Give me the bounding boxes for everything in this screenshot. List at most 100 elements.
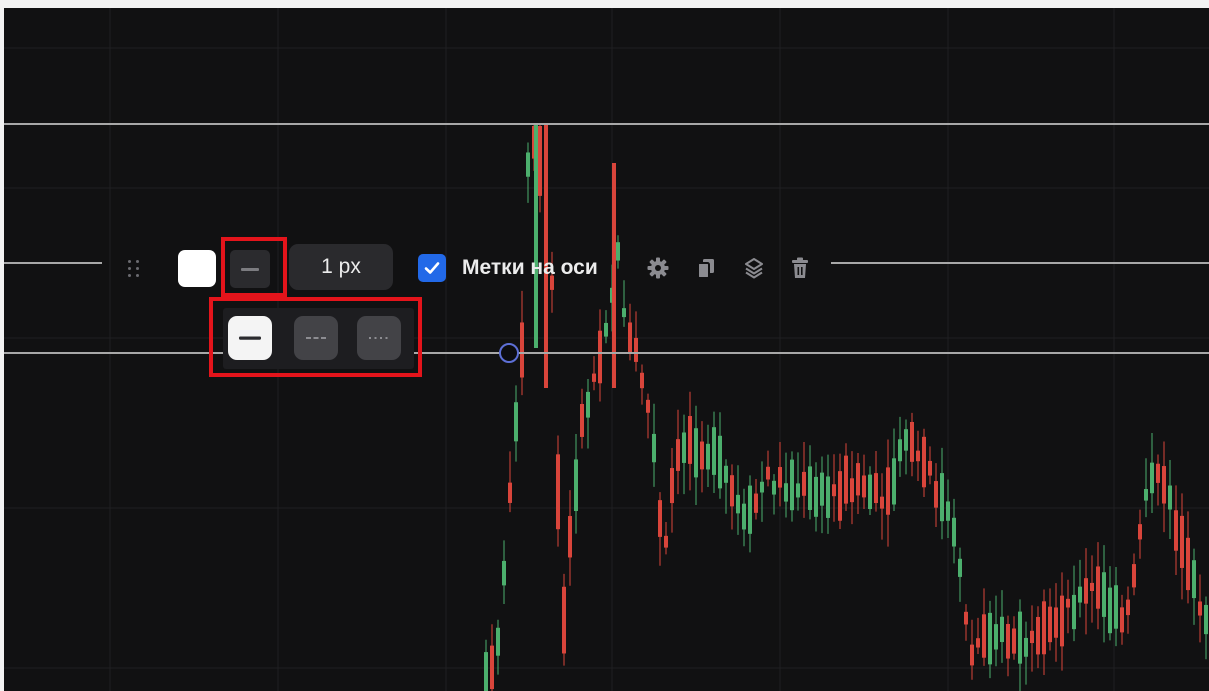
copy-icon[interactable] [692,254,720,282]
candle-body [1108,587,1112,634]
price-chart[interactable] [4,8,1209,691]
highlight-line-style-button [221,237,287,297]
candle-body [1174,510,1178,551]
candle-body [694,428,698,478]
candle-body [916,450,920,462]
candle-body [682,432,686,463]
highlight-line-style-menu [209,297,422,377]
candlestick-series [484,124,1208,691]
candle-body [988,612,992,665]
candle-body [1090,582,1094,592]
candle-body [1192,560,1196,599]
candle-body [1204,604,1208,635]
candle-body [664,535,668,548]
candle-body [700,441,704,470]
candle-body [712,427,716,475]
candle-body [742,503,746,530]
candle-body [1186,537,1190,591]
candle-body [1132,564,1136,588]
candle-body [490,645,494,690]
candle-body [1156,463,1160,483]
candle-body [766,466,770,480]
candle-body [934,481,938,508]
chart-area[interactable]: 1 px Метки на оси [4,8,1209,691]
candle-body [838,471,842,521]
candle-body [880,496,884,509]
candle-body [1126,599,1130,616]
candle-body [1120,607,1124,633]
candle-body [874,473,878,504]
candle-body [718,435,722,489]
candle-body [1078,586,1082,603]
candle-body [922,436,926,488]
candle-body [826,476,830,518]
candle-body [1072,594,1076,630]
candle-body [1024,637,1028,657]
candle-body [952,517,956,547]
line-anchor-handle[interactable] [499,343,519,363]
candle-body [898,439,902,462]
candle-body [862,475,866,498]
candle-body [970,644,974,666]
drag-handle-icon[interactable] [124,256,144,282]
candle-body [784,483,788,502]
candle-body [526,152,530,177]
candle-body [1066,598,1070,608]
candle-body [778,467,782,488]
candle-body [1042,601,1046,655]
candle-body [946,501,950,521]
gear-icon[interactable] [644,254,672,282]
candle-body [790,459,794,511]
candle-body [808,466,812,510]
candle-body [514,402,518,442]
candle-body [658,500,662,537]
candle-body [1084,578,1088,604]
candle-body [736,494,740,514]
candle-body [508,482,512,503]
layers-icon[interactable] [740,254,768,282]
candle-body [562,586,566,654]
candle-body [670,468,674,504]
candle-body [958,558,962,577]
candle-body [994,624,998,650]
candle-body [484,652,488,691]
candle-body [1138,524,1142,540]
candle-body [928,460,932,476]
candle-body [568,516,572,558]
candle-body [892,458,896,505]
candle-body [1180,515,1184,568]
candle-body [640,372,644,389]
candle-body [574,459,578,511]
checkmark-icon [424,262,440,274]
candle-body [802,471,806,496]
candle-body [1006,623,1010,659]
candle-body [1012,628,1016,654]
candle-body [1144,489,1148,501]
candle-body [814,476,818,517]
chart-grid [4,8,1209,691]
candle-body [748,485,752,534]
candle-body [820,472,824,506]
candle-body [622,308,626,318]
candle-body [646,399,650,413]
candle-body [1150,462,1154,494]
candle-body [688,416,692,464]
line-color-swatch[interactable] [178,250,216,287]
line-width-label: 1 px [321,255,361,278]
candle-body [1030,630,1034,644]
axis-labels-checkbox[interactable] [418,254,446,282]
candle-body [796,483,800,498]
candle-body [904,429,908,451]
candle-body [910,421,914,462]
candle-body [832,484,836,497]
candle-body [1036,616,1040,655]
candle-body [1060,595,1064,647]
candle-body [856,463,860,496]
line-width-button[interactable]: 1 px [289,244,393,290]
candle-body [652,433,656,463]
trash-icon[interactable] [786,254,814,282]
candle-body [964,611,968,625]
candle-body [586,391,590,418]
candle-body [598,330,602,384]
candle-body [520,322,524,378]
